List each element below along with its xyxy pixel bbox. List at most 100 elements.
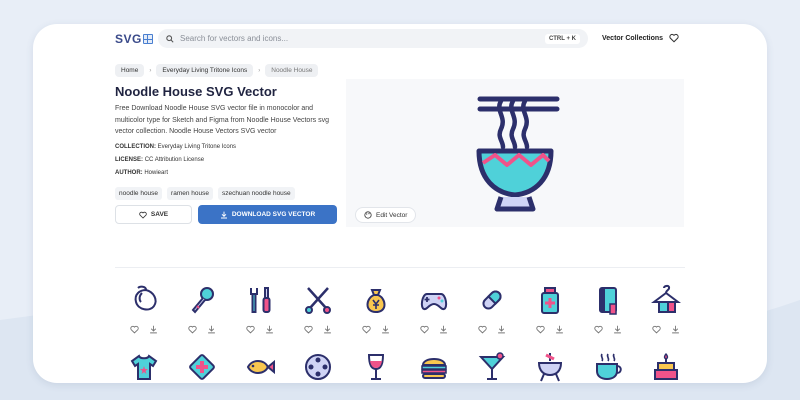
collection-info: COLLECTION: Everyday Living Tritone Icon… — [115, 144, 236, 150]
icon-card[interactable] — [579, 280, 637, 334]
edit-vector-label: Edit Vector — [376, 211, 408, 219]
related-icons-row — [115, 280, 695, 334]
icon-card[interactable] — [521, 280, 579, 334]
mouse-icon — [124, 280, 164, 320]
icon-card[interactable] — [637, 280, 695, 334]
tag-list: noodle house ramen house szechuan noodle… — [115, 187, 295, 200]
download-icon[interactable] — [497, 325, 506, 334]
film-reel-icon — [298, 347, 338, 383]
breadcrumb-collection[interactable]: Everyday Living Tritone Icons — [156, 64, 254, 77]
tag-chip[interactable]: ramen house — [167, 187, 213, 200]
tag-chip[interactable]: noodle house — [115, 187, 163, 200]
favorite-heart-icon[interactable] — [188, 325, 197, 334]
collection-label: COLLECTION: — [115, 144, 156, 150]
favorite-heart-icon[interactable] — [304, 325, 313, 334]
icon-card[interactable] — [579, 347, 637, 383]
download-icon[interactable] — [555, 325, 564, 334]
save-button-label: SAVE — [150, 211, 169, 218]
cake-icon — [646, 347, 686, 383]
clothes-hanger-icon — [646, 280, 686, 320]
icon-card[interactable] — [289, 347, 347, 383]
tag-chip[interactable]: szechuan noodle house — [218, 187, 295, 200]
medicine-bottle-icon — [530, 280, 570, 320]
download-icon — [220, 211, 227, 218]
logo-grid-icon — [142, 34, 153, 44]
author-label: AUTHOR: — [115, 170, 143, 176]
icon-card[interactable] — [115, 347, 173, 383]
icon-card[interactable] — [173, 280, 231, 334]
download-icon[interactable] — [439, 325, 448, 334]
icon-card[interactable] — [115, 280, 173, 334]
gamepad-icon — [414, 280, 454, 320]
download-icon[interactable] — [671, 325, 680, 334]
collection-value[interactable]: Everyday Living Tritone Icons — [158, 144, 236, 150]
download-icon[interactable] — [207, 325, 216, 334]
favorite-heart-icon[interactable] — [246, 325, 255, 334]
icon-card[interactable] — [289, 280, 347, 334]
coffee-cup-icon — [588, 347, 628, 383]
icon-card[interactable] — [173, 347, 231, 383]
edit-vector-button[interactable]: Edit Vector — [355, 207, 417, 223]
download-icon[interactable] — [613, 325, 622, 334]
icon-card[interactable] — [405, 347, 463, 383]
browser-window: SVG CTRL + K Vector Collections Home › E… — [33, 24, 767, 383]
money-bag-icon — [356, 280, 396, 320]
download-icon[interactable] — [381, 325, 390, 334]
favorite-heart-icon[interactable] — [652, 325, 661, 334]
download-icon[interactable] — [323, 325, 332, 334]
icon-card[interactable] — [231, 280, 289, 334]
search-bar[interactable]: CTRL + K — [158, 29, 588, 48]
scissors-icon — [298, 280, 338, 320]
favorite-heart-icon[interactable] — [536, 325, 545, 334]
breadcrumb-separator: › — [149, 67, 152, 74]
favorite-heart-icon[interactable] — [420, 325, 429, 334]
icon-card[interactable] — [463, 280, 521, 334]
related-icons-row — [115, 347, 695, 383]
favorites-heart-icon[interactable] — [669, 33, 679, 43]
save-button[interactable]: SAVE — [115, 205, 192, 224]
icon-card[interactable] — [521, 347, 579, 383]
search-input[interactable] — [180, 34, 545, 43]
breadcrumb-separator: › — [258, 67, 261, 74]
download-icon[interactable] — [149, 325, 158, 334]
tools-icon — [240, 280, 280, 320]
icon-card[interactable] — [347, 347, 405, 383]
download-button-label: DOWNLOAD SVG VECTOR — [231, 211, 316, 218]
favorite-heart-icon[interactable] — [478, 325, 487, 334]
logo-text: SVG — [115, 32, 142, 46]
favorite-heart-icon[interactable] — [130, 325, 139, 334]
icon-card[interactable] — [463, 347, 521, 383]
icon-card[interactable] — [637, 347, 695, 383]
pill-icon — [472, 280, 512, 320]
site-header: SVG CTRL + K Vector Collections — [33, 24, 767, 56]
author-info: AUTHOR: Howieart — [115, 170, 168, 176]
download-icon[interactable] — [265, 325, 274, 334]
page-description: Free Download Noodle House SVG vector fi… — [115, 105, 329, 135]
favorite-heart-icon[interactable] — [594, 325, 603, 334]
icon-card[interactable] — [405, 280, 463, 334]
barbecue-icon — [530, 347, 570, 383]
favorite-heart-icon[interactable] — [362, 325, 371, 334]
keyboard-shortcut-badge: CTRL + K — [544, 33, 580, 44]
license-info: LICENSE: CC Attribution License — [115, 157, 204, 163]
medical-sign-icon — [182, 347, 222, 383]
breadcrumb-home[interactable]: Home — [115, 64, 145, 77]
icon-card[interactable] — [347, 280, 405, 334]
icon-card[interactable] — [231, 347, 289, 383]
vector-collections-link[interactable]: Vector Collections — [602, 35, 663, 42]
license-label: LICENSE: — [115, 157, 144, 163]
tshirt-icon — [124, 347, 164, 383]
download-svg-button[interactable]: DOWNLOAD SVG VECTOR — [198, 205, 337, 224]
breadcrumb: Home › Everyday Living Tritone Icons › N… — [115, 64, 319, 77]
breadcrumb-current: Noodle House — [265, 64, 319, 77]
fish-icon — [240, 347, 280, 383]
palette-icon — [364, 211, 372, 219]
burger-icon — [414, 347, 454, 383]
wine-glass-icon — [356, 347, 396, 383]
noodle-bowl-icon — [476, 96, 560, 212]
license-value[interactable]: CC Attribution License — [145, 157, 204, 163]
site-logo[interactable]: SVG — [115, 32, 153, 46]
cocktail-icon — [472, 347, 512, 383]
search-icon — [166, 34, 174, 43]
author-value[interactable]: Howieart — [144, 170, 168, 176]
